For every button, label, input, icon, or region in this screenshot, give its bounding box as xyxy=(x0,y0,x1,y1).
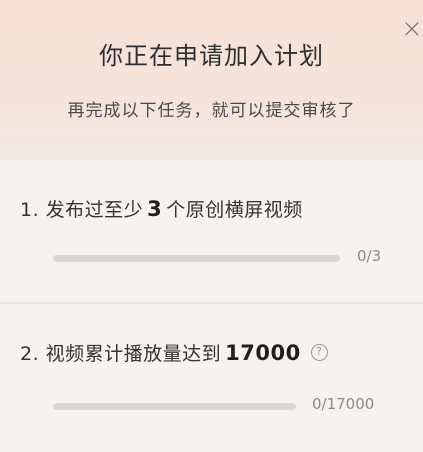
task-item-video-count: 1. 发布过至少 3 个原创横屏视频 0/3 xyxy=(0,162,423,302)
task-item-play-count: 2. 视频累计播放量达到 17000? 0/17000 xyxy=(0,304,423,452)
dialog-subtitle: 再完成以下任务，就可以提交审核了 xyxy=(67,101,356,121)
dialog-header: × 你正在申请加入计划 再完成以下任务，就可以提交审核了 xyxy=(0,0,423,160)
task-target-value: 17000 xyxy=(225,341,301,365)
join-plan-dialog: × 你正在申请加入计划 再完成以下任务，就可以提交审核了 1. 发布过至少 3 个原… xyxy=(0,0,423,452)
task-prefix: 2. 视频累计播放量达到 xyxy=(20,343,222,365)
dialog-title: 你正在申请加入计划 xyxy=(99,42,324,70)
progress-text: 0/17000 xyxy=(312,395,375,413)
progress-bar xyxy=(53,255,340,262)
task-label: 1. 发布过至少 3 个原创横屏视频 xyxy=(20,195,303,222)
task-suffix: 个原创横屏视频 xyxy=(166,199,303,221)
help-icon[interactable]: ? xyxy=(310,344,328,361)
task-label: 2. 视频累计播放量达到 17000? xyxy=(20,339,328,366)
task-prefix: 1. 发布过至少 xyxy=(20,199,144,221)
progress-bar xyxy=(53,403,296,410)
task-target-value: 3 xyxy=(147,197,163,221)
progress-text: 0/3 xyxy=(357,247,382,265)
